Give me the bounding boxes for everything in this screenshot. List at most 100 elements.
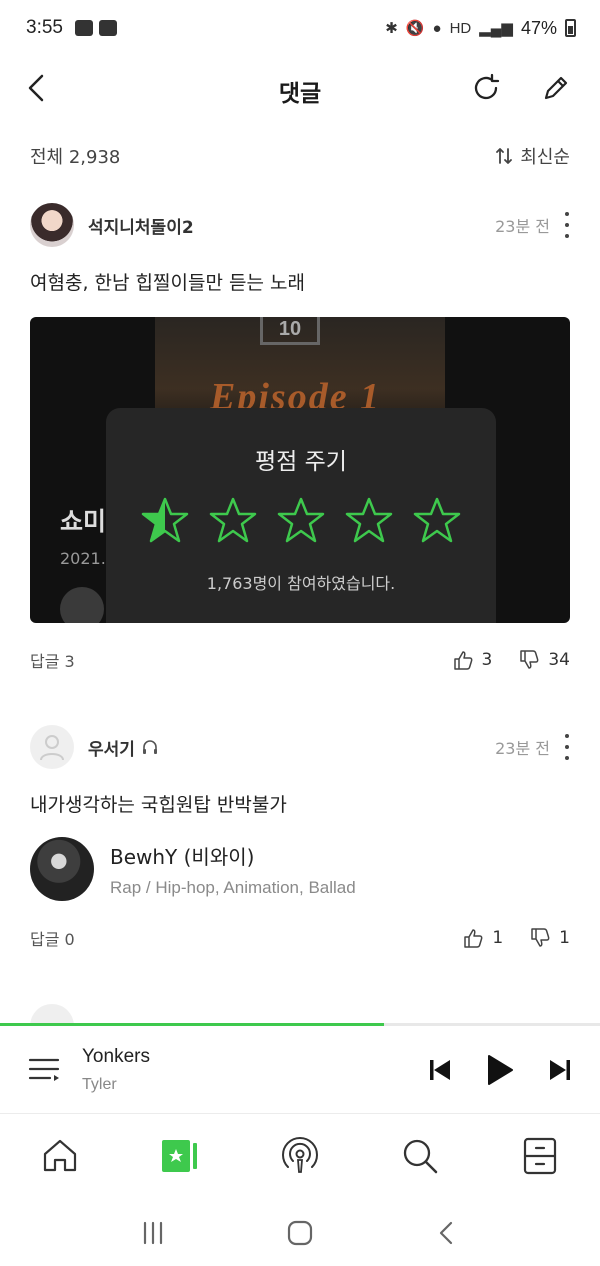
track-artist: Tyler xyxy=(82,1075,117,1093)
reply-button[interactable]: 답글 0 xyxy=(30,926,75,950)
status-notifications xyxy=(74,20,117,36)
like-count: 3 xyxy=(481,650,493,670)
rating-title: 평점 주기 xyxy=(255,449,347,475)
comment-item: 석지니처돌이2 23분 전 여혐충, 한남 힙찔이들만 듣는 노래 10 Epi… xyxy=(30,202,570,675)
star-icon[interactable] xyxy=(344,496,394,546)
bluetooth-icon: ✱ xyxy=(385,20,398,37)
network-label: HD xyxy=(449,19,472,37)
mini-player[interactable]: Yonkers Tyler xyxy=(0,1026,600,1114)
headphones-icon xyxy=(142,740,157,754)
default-user-icon xyxy=(40,735,64,761)
rating-participants: 1,763명이 참여하였습니다. xyxy=(206,574,396,593)
music-app-icon xyxy=(98,20,117,36)
star-icon[interactable] xyxy=(208,496,258,546)
sort-label: 최신순 xyxy=(520,147,570,168)
artist-photo xyxy=(30,837,94,901)
refresh-icon[interactable] xyxy=(470,72,502,104)
edit-pencil-icon[interactable] xyxy=(540,72,572,104)
signal-icon: ▂▄▆ xyxy=(479,20,513,37)
nav-search[interactable] xyxy=(400,1136,440,1176)
status-time: 3:55 xyxy=(26,17,63,38)
location-icon: ● xyxy=(432,19,442,37)
comment-author[interactable]: 석지니처돌이2 xyxy=(88,213,194,238)
sort-button[interactable]: 최신순 xyxy=(494,143,570,169)
comment-time: 23분 전 xyxy=(495,217,550,236)
dislike-count: 34 xyxy=(548,650,570,670)
author-name: 우서기 xyxy=(88,739,135,760)
sort-arrows-icon xyxy=(496,148,513,164)
page-title: 댓글 xyxy=(278,81,322,107)
comment-author[interactable]: 우서기 xyxy=(88,735,159,760)
battery-text: 47% xyxy=(520,17,557,38)
play-icon[interactable] xyxy=(486,1054,514,1086)
recents-icon xyxy=(144,1221,163,1245)
half-star-icon[interactable] xyxy=(140,496,190,546)
comment-footer: 답글 3 3 34 xyxy=(30,645,570,675)
back-system-button[interactable] xyxy=(432,1218,462,1248)
star-icon[interactable] xyxy=(276,496,326,546)
previous-track-icon[interactable] xyxy=(428,1058,452,1082)
comment-summary-bar: 전체 2,938 최신순 xyxy=(30,140,570,172)
total-count: 전체 2,938 xyxy=(30,147,121,168)
next-track-icon[interactable] xyxy=(548,1058,572,1082)
dislike-count: 1 xyxy=(559,928,570,948)
like-count: 1 xyxy=(492,928,504,948)
home-system-button[interactable] xyxy=(285,1218,315,1248)
avatar[interactable] xyxy=(30,203,74,247)
star-icon[interactable] xyxy=(412,496,462,546)
dislike-button[interactable]: 34 xyxy=(518,649,570,671)
star-rating[interactable] xyxy=(140,496,462,546)
battery-icon xyxy=(565,19,576,37)
artist-name: BewhY (비와이) xyxy=(110,844,255,869)
thumbs-up-icon xyxy=(453,651,472,670)
track-title: Yonkers xyxy=(82,1045,150,1067)
storage-icon xyxy=(523,1137,557,1175)
comment-header: 석지니처돌이2 23분 전 xyxy=(30,202,570,248)
now-playing-info[interactable]: Yonkers Tyler xyxy=(82,1046,150,1094)
nav-podcast[interactable] xyxy=(280,1136,320,1176)
artist-attachment[interactable]: BewhY (비와이) Rap / Hip-hop, Animation, Ba… xyxy=(30,837,570,901)
comment-text: 여혐충, 한남 힙찔이들만 듣는 노래 xyxy=(30,272,305,294)
nav-home[interactable] xyxy=(40,1136,80,1176)
dislike-button[interactable]: 1 xyxy=(529,927,570,949)
player-controls xyxy=(428,1054,572,1086)
comment-time: 23분 전 xyxy=(495,739,550,758)
video-attachment[interactable]: 10 Episode 1 쇼미 2021. 평점 주기 1,763명이 참여하였… xyxy=(30,317,570,623)
more-options-icon[interactable] xyxy=(564,212,570,238)
mute-icon: 🔇 xyxy=(405,20,425,37)
bottom-navigation xyxy=(0,1120,600,1192)
system-navigation xyxy=(0,1200,600,1266)
artist-genre: Rap / Hip-hop, Animation, Ballad xyxy=(110,877,356,897)
comment-text: 내가생각하는 국힙원탑 반박불가 xyxy=(30,794,287,816)
thumbs-down-icon xyxy=(531,928,550,947)
home-circle-icon xyxy=(287,1220,313,1246)
status-right: ✱ 🔇 ● HD ▂▄▆ 47% xyxy=(385,18,576,39)
playlist-icon[interactable] xyxy=(28,1056,62,1084)
status-bar: 3:55 ✱ 🔇 ● HD ▂▄▆ 47% xyxy=(0,0,600,56)
rating-popup: 평점 주기 1,763명이 참여하였습니다. xyxy=(106,408,496,623)
more-options-icon[interactable] xyxy=(564,734,570,760)
nav-storage[interactable] xyxy=(520,1136,560,1176)
comment-footer: 답글 0 1 1 xyxy=(30,923,570,953)
avatar[interactable] xyxy=(30,725,74,769)
video-date: 2021. xyxy=(60,549,106,568)
back-icon xyxy=(439,1221,452,1245)
season-badge: 10 xyxy=(260,317,320,345)
like-button[interactable]: 3 xyxy=(452,649,493,671)
home-icon xyxy=(43,1139,77,1172)
like-button[interactable]: 1 xyxy=(462,927,503,949)
gallery-icon xyxy=(74,20,93,36)
artist-info: BewhY (비와이) Rap / Hip-hop, Animation, Ba… xyxy=(110,841,356,898)
nav-library[interactable] xyxy=(160,1136,200,1176)
thumbs-up-icon xyxy=(464,929,483,948)
comment-item: 우서기 23분 전 내가생각하는 국힙원탑 반박불가 BewhY (비와이) R… xyxy=(30,724,570,953)
podcast-icon xyxy=(282,1136,318,1173)
comment-header: 우서기 23분 전 xyxy=(30,724,570,770)
recents-button[interactable] xyxy=(138,1218,168,1248)
video-title: 쇼미 xyxy=(60,507,107,536)
uploader-avatar xyxy=(60,587,104,623)
music-library-icon xyxy=(162,1140,197,1172)
search-icon xyxy=(403,1139,438,1174)
reply-button[interactable]: 답글 3 xyxy=(30,648,75,672)
top-app-bar: 댓글 xyxy=(0,58,600,120)
